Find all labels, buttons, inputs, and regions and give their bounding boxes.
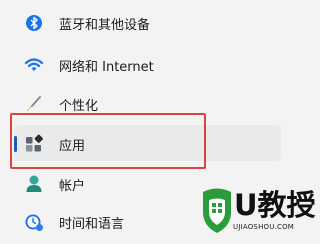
watermark-title: U教授: [234, 188, 316, 222]
nav-label: 网络和 Internet: [59, 60, 154, 75]
nav-label: 个性化: [59, 99, 99, 114]
bluetooth-icon: [24, 13, 44, 33]
time-language-icon: [24, 212, 44, 232]
brush-icon: [24, 94, 44, 114]
highlight-box: [10, 113, 206, 169]
watermark-url: UJIAOSHOU.COM: [233, 223, 295, 231]
nav-label: 时间和语言: [59, 217, 125, 232]
watermark-logo-icon: [200, 186, 234, 236]
nav-label: 蓝牙和其他设备: [59, 18, 151, 33]
nav-item-bluetooth-devices[interactable]: 蓝牙和其他设备: [14, 4, 281, 40]
watermark: U教授 UJIAOSHOU.COM: [200, 186, 316, 242]
wifi-icon: [24, 55, 44, 75]
account-icon: [24, 174, 44, 194]
nav-item-network-internet[interactable]: 网络和 Internet: [14, 46, 281, 82]
nav-label: 帐户: [59, 179, 86, 194]
